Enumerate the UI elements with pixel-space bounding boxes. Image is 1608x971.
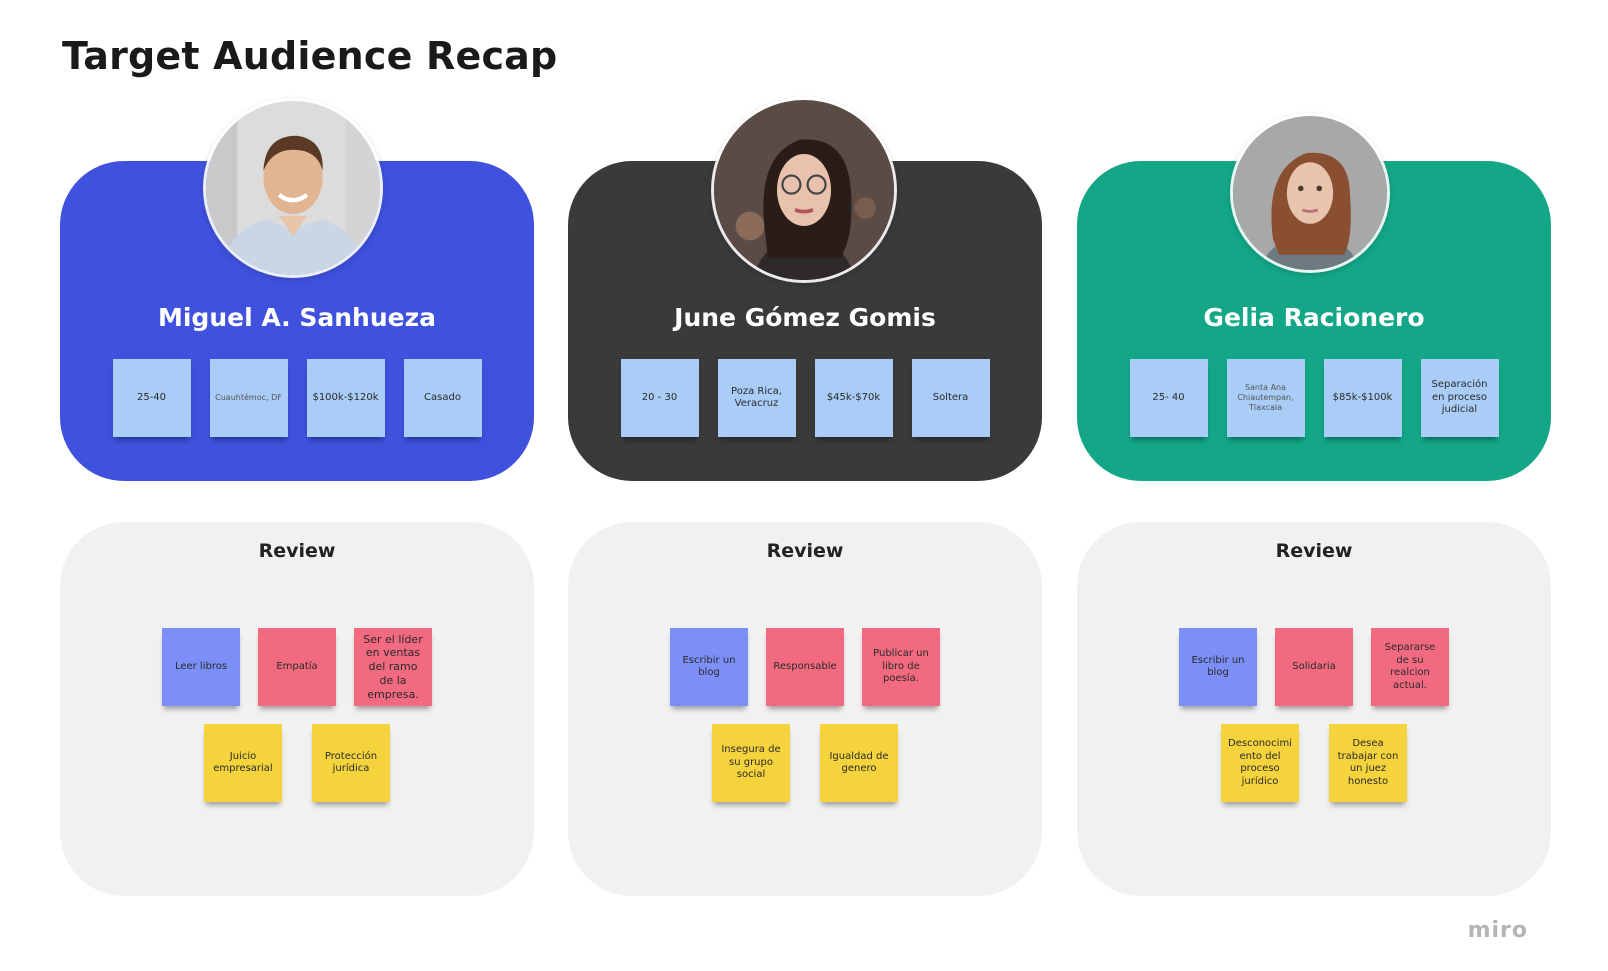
persona-card-miguel[interactable]: Miguel A. Sanhueza 25-40 Cuauhtémoc, DF … [60,98,534,481]
sticky-note[interactable]: Empatía [258,628,336,706]
sticky-note[interactable]: Desconocimi ento del proceso jurídico [1221,724,1299,802]
sticky-note[interactable]: Solidaria [1275,628,1353,706]
persona-name: Miguel A. Sanhueza [157,303,437,332]
review-title: Review [258,540,336,562]
review-row: Escribir un blog Responsable Publicar un… [568,628,1042,706]
tag-income[interactable]: $100k-$120k [306,359,385,437]
review-row: Insegura de su grupo social Igualdad de … [568,724,1042,802]
tag-age[interactable]: 20 - 30 [620,359,699,437]
review-panel-gelia[interactable]: Review Escribir un blog Solidaria Separa… [1077,522,1551,896]
sticky-note[interactable]: Juicio empresarial [204,724,282,802]
persona-tags: 25-40 Cuauhtémoc, DF $100k-$120k Casado [60,359,534,437]
review-row: Juicio empresarial Protección jurídica [60,724,534,802]
tag-status[interactable]: Separación en proceso judicial [1420,359,1499,437]
review-row: Desconocimi ento del proceso jurídico De… [1077,724,1551,802]
sticky-note[interactable]: Escribir un blog [1179,628,1257,706]
avatar [203,98,383,278]
sticky-note[interactable]: Igualdad de genero [820,724,898,802]
sticky-note[interactable]: Desea trabajar con un juez honesto [1329,724,1407,802]
sticky-note[interactable]: Leer libros [162,628,240,706]
review-panel-june[interactable]: Review Escribir un blog Responsable Publ… [568,522,1042,896]
sticky-note[interactable]: Escribir un blog [670,628,748,706]
sticky-note[interactable]: Protección jurídica [312,724,390,802]
tag-income[interactable]: $45k-$70k [814,359,893,437]
tag-location[interactable]: Cuauhtémoc, DF [209,359,288,437]
man-portrait-icon [206,101,380,275]
avatar [1230,113,1390,273]
persona-card-june[interactable]: June Gómez Gomis 20 - 30 Poza Rica, Vera… [568,97,1042,481]
persona-tags: 25- 40 Santa Ana Chiautempan, Tlaxcala $… [1077,359,1551,437]
sticky-note[interactable]: Ser el líder en ventas del ramo de la em… [354,628,432,706]
miro-logo: miro [1467,918,1528,943]
tag-status[interactable]: Casado [403,359,482,437]
sticky-note[interactable]: Separarse de su realcion actual. [1371,628,1449,706]
sticky-note[interactable]: Responsable [766,628,844,706]
woman-portrait-icon [714,100,894,280]
review-title: Review [1275,540,1353,562]
tag-income[interactable]: $85k-$100k [1323,359,1402,437]
page-title: Target Audience Recap [62,34,558,78]
tag-age[interactable]: 25-40 [112,359,191,437]
persona-name: June Gómez Gomis [674,303,936,332]
persona-tags: 20 - 30 Poza Rica, Veracruz $45k-$70k So… [568,359,1042,437]
avatar [711,97,897,283]
tag-location[interactable]: Santa Ana Chiautempan, Tlaxcala [1226,359,1305,437]
review-row: Leer libros Empatía Ser el líder en vent… [60,628,534,706]
tag-status[interactable]: Soltera [911,359,990,437]
review-panel-miguel[interactable]: Review Leer libros Empatía Ser el líder … [60,522,534,896]
review-row: Escribir un blog Solidaria Separarse de … [1077,628,1551,706]
sticky-note[interactable]: Insegura de su grupo social [712,724,790,802]
review-title: Review [766,540,844,562]
tag-age[interactable]: 25- 40 [1129,359,1208,437]
persona-card-gelia[interactable]: Gelia Racionero 25- 40 Santa Ana Chiaute… [1077,113,1551,481]
tag-location[interactable]: Poza Rica, Veracruz [717,359,796,437]
persona-name: Gelia Racionero [1203,303,1425,332]
woman-portrait-icon [1233,116,1387,270]
sticky-note[interactable]: Publicar un libro de poesía. [862,628,940,706]
